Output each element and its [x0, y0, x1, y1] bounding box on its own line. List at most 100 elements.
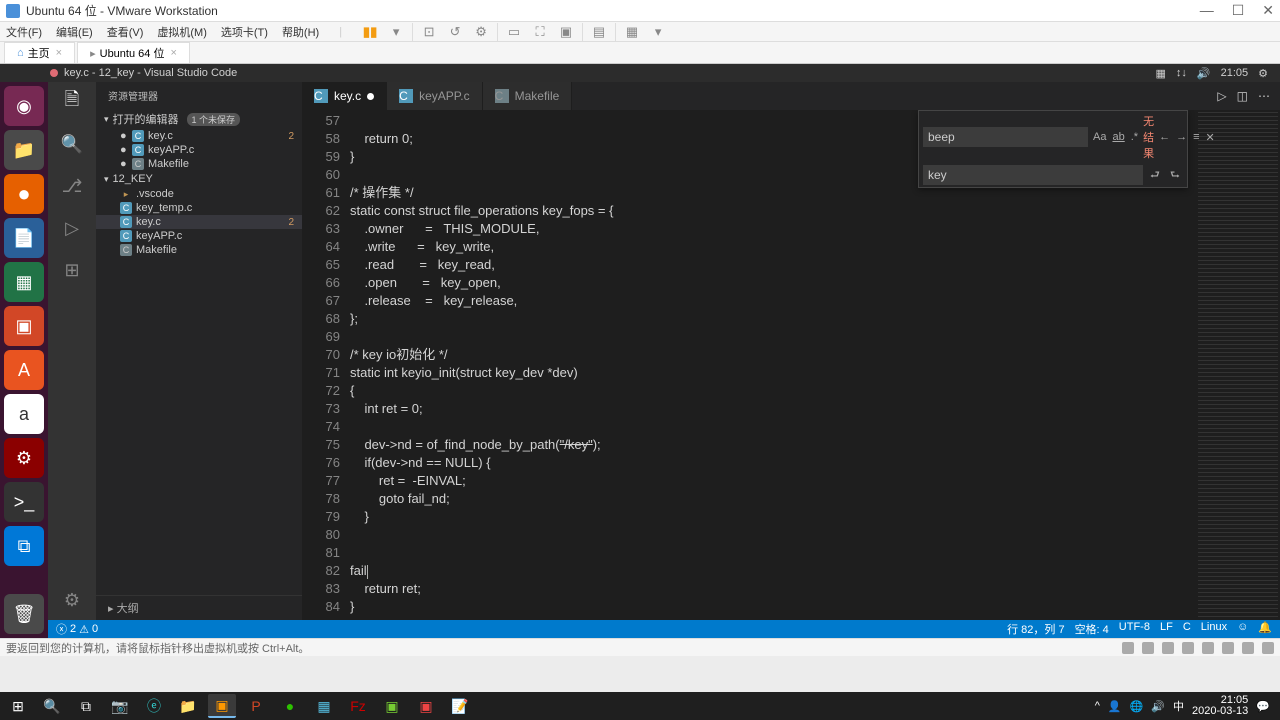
outline-section[interactable]: ▸ 大纲 — [96, 595, 302, 620]
editor-tab[interactable]: CMakefile — [483, 82, 573, 110]
menu-view[interactable]: 查看(V) — [107, 24, 144, 40]
calc-icon[interactable]: ▦ — [4, 262, 44, 302]
terminal-icon[interactable]: >_ — [4, 482, 44, 522]
menu-edit[interactable]: 编辑(E) — [56, 24, 93, 40]
unity-icon[interactable]: ▣ — [556, 22, 576, 42]
status-cursor-pos[interactable]: 行 82，列 7 — [1007, 621, 1064, 637]
toolbar-btn[interactable]: ▾ — [386, 22, 406, 42]
match-case-icon[interactable]: Aa — [1092, 129, 1107, 145]
tray-chevron-icon[interactable]: ^ — [1095, 700, 1100, 712]
camera-icon[interactable]: 📷 — [106, 694, 134, 718]
search-icon[interactable]: 🔍 — [60, 132, 84, 156]
regex-icon[interactable]: .* — [1130, 129, 1139, 145]
device-icon[interactable] — [1142, 642, 1154, 654]
close-icon[interactable]: × — [170, 47, 176, 59]
editor-tab[interactable]: CkeyAPP.c — [387, 82, 482, 110]
replace-all-icon[interactable]: ⮑ — [1167, 167, 1183, 183]
code-area[interactable]: 5758596061626364656667686970717273747576… — [302, 110, 1280, 620]
status-encoding[interactable]: UTF-8 — [1119, 621, 1150, 637]
revert-icon[interactable]: ↺ — [445, 22, 465, 42]
connect-device-icon[interactable]: ▤ — [589, 22, 609, 42]
wechat-icon[interactable]: ● — [276, 694, 304, 718]
folder-section[interactable]: ▾ 12_KEY — [96, 171, 302, 187]
files-icon[interactable]: 📁 — [4, 130, 44, 170]
trash-icon[interactable]: 🗑 — [4, 594, 44, 634]
window-close-icon[interactable] — [50, 69, 58, 77]
status-errors[interactable]: ⓧ 2 ⚠ 0 — [56, 621, 98, 637]
settings-gear-icon[interactable]: ⚙ — [60, 588, 84, 612]
network-icon[interactable]: ↕↓ — [1176, 67, 1187, 79]
status-eol[interactable]: LF — [1160, 621, 1173, 637]
app-icon[interactable]: ▣ — [378, 694, 406, 718]
powerpoint-icon[interactable]: P — [242, 694, 270, 718]
device-icon[interactable] — [1222, 642, 1234, 654]
status-os[interactable]: Linux — [1201, 621, 1227, 637]
menu-help[interactable]: 帮助(H) — [282, 24, 319, 40]
file-tree-item[interactable]: Ckey_temp.c — [96, 201, 302, 215]
file-tree-item[interactable]: CkeyAPP.c — [96, 229, 302, 243]
feedback-icon[interactable]: ☺ — [1237, 621, 1248, 637]
explorer-icon[interactable]: 🗎 — [60, 90, 84, 114]
replace-one-icon[interactable]: ⮐ — [1147, 167, 1163, 183]
system-tray[interactable]: ^ 👤 🌐 🔊 中 21:05 2020-03-13 💬 — [1095, 695, 1276, 717]
more-icon[interactable]: ⋯ — [1258, 89, 1270, 103]
firefox-icon[interactable]: ● — [4, 174, 44, 214]
close-icon[interactable]: ✕ — [1204, 129, 1215, 145]
file-tree-item[interactable]: CMakefile — [96, 243, 302, 257]
menu-vm[interactable]: 虚拟机(M) — [157, 24, 207, 40]
tray-ime-icon[interactable]: 中 — [1173, 698, 1184, 714]
status-lang[interactable]: C — [1183, 621, 1191, 637]
dash-icon[interactable]: ◉ — [4, 86, 44, 126]
whole-word-icon[interactable]: ab — [1111, 129, 1125, 145]
close-icon[interactable]: × — [56, 47, 62, 59]
run-icon[interactable]: ▷ — [1217, 89, 1226, 103]
vscode-launcher-icon[interactable]: ⧉ — [4, 526, 44, 566]
split-editor-icon[interactable]: ◫ — [1237, 89, 1248, 103]
writer-icon[interactable]: 📄 — [4, 218, 44, 258]
notepad-icon[interactable]: 📝 — [446, 694, 474, 718]
vmware-tab-guest[interactable]: ▸ Ubuntu 64 位 × — [77, 42, 190, 63]
edge-icon[interactable]: ⓔ — [140, 694, 168, 718]
source-control-icon[interactable]: ⎇ — [60, 174, 84, 198]
app-icon[interactable]: ▦ — [310, 694, 338, 718]
app-icon[interactable]: ▣ — [412, 694, 440, 718]
status-spaces[interactable]: 空格: 4 — [1075, 621, 1109, 637]
pause-vm-icon[interactable]: ▮▮ — [360, 22, 380, 42]
device-icon[interactable] — [1242, 642, 1254, 654]
file-tree-item[interactable]: ▸.vscode — [96, 187, 302, 201]
screenshot-icon[interactable]: ▦ — [622, 22, 642, 42]
prev-match-icon[interactable]: ← — [1158, 129, 1171, 145]
window-maximize-icon[interactable]: ☐ — [1232, 2, 1245, 19]
amazon-icon[interactable]: a — [4, 394, 44, 434]
software-icon[interactable]: A — [4, 350, 44, 390]
device-icon[interactable] — [1182, 642, 1194, 654]
editor-tab[interactable]: Ckey.c — [302, 82, 387, 110]
gear-icon[interactable]: ⚙ — [1258, 67, 1268, 80]
open-editor-item[interactable]: ●CMakefile — [96, 157, 302, 171]
manage-icon[interactable]: ⚙ — [471, 22, 491, 42]
tray-sound-icon[interactable]: 🔊 — [1151, 700, 1165, 713]
minimap[interactable] — [1190, 110, 1280, 620]
device-icon[interactable] — [1262, 642, 1274, 654]
open-editor-item[interactable]: ●Ckey.c2 — [96, 129, 302, 143]
filezilla-icon[interactable]: Fz — [344, 694, 372, 718]
layout-icon[interactable]: ▦ — [1155, 67, 1165, 80]
fit-icon[interactable]: ▭ — [504, 22, 524, 42]
extensions-icon[interactable]: ⊞ — [60, 258, 84, 282]
tray-network-icon[interactable]: 🌐 — [1130, 700, 1144, 713]
open-editor-item[interactable]: ●CkeyAPP.c — [96, 143, 302, 157]
file-tree-item[interactable]: Ckey.c2 — [96, 215, 302, 229]
device-icon[interactable] — [1122, 642, 1134, 654]
next-match-icon[interactable]: → — [1175, 129, 1188, 145]
window-minimize-icon[interactable]: — — [1200, 2, 1214, 19]
device-icon[interactable] — [1202, 642, 1214, 654]
sound-icon[interactable]: 🔊 — [1197, 67, 1211, 80]
task-view-icon[interactable]: ⧉ — [72, 694, 100, 718]
start-button[interactable]: ⊞ — [4, 694, 32, 718]
device-icon[interactable] — [1162, 642, 1174, 654]
find-input[interactable] — [923, 127, 1088, 147]
explorer-icon[interactable]: 📁 — [174, 694, 202, 718]
window-close-icon[interactable]: ✕ — [1262, 2, 1274, 19]
search-icon[interactable]: 🔍 — [38, 694, 66, 718]
fullscreen-icon[interactable]: ⛶ — [530, 22, 550, 42]
